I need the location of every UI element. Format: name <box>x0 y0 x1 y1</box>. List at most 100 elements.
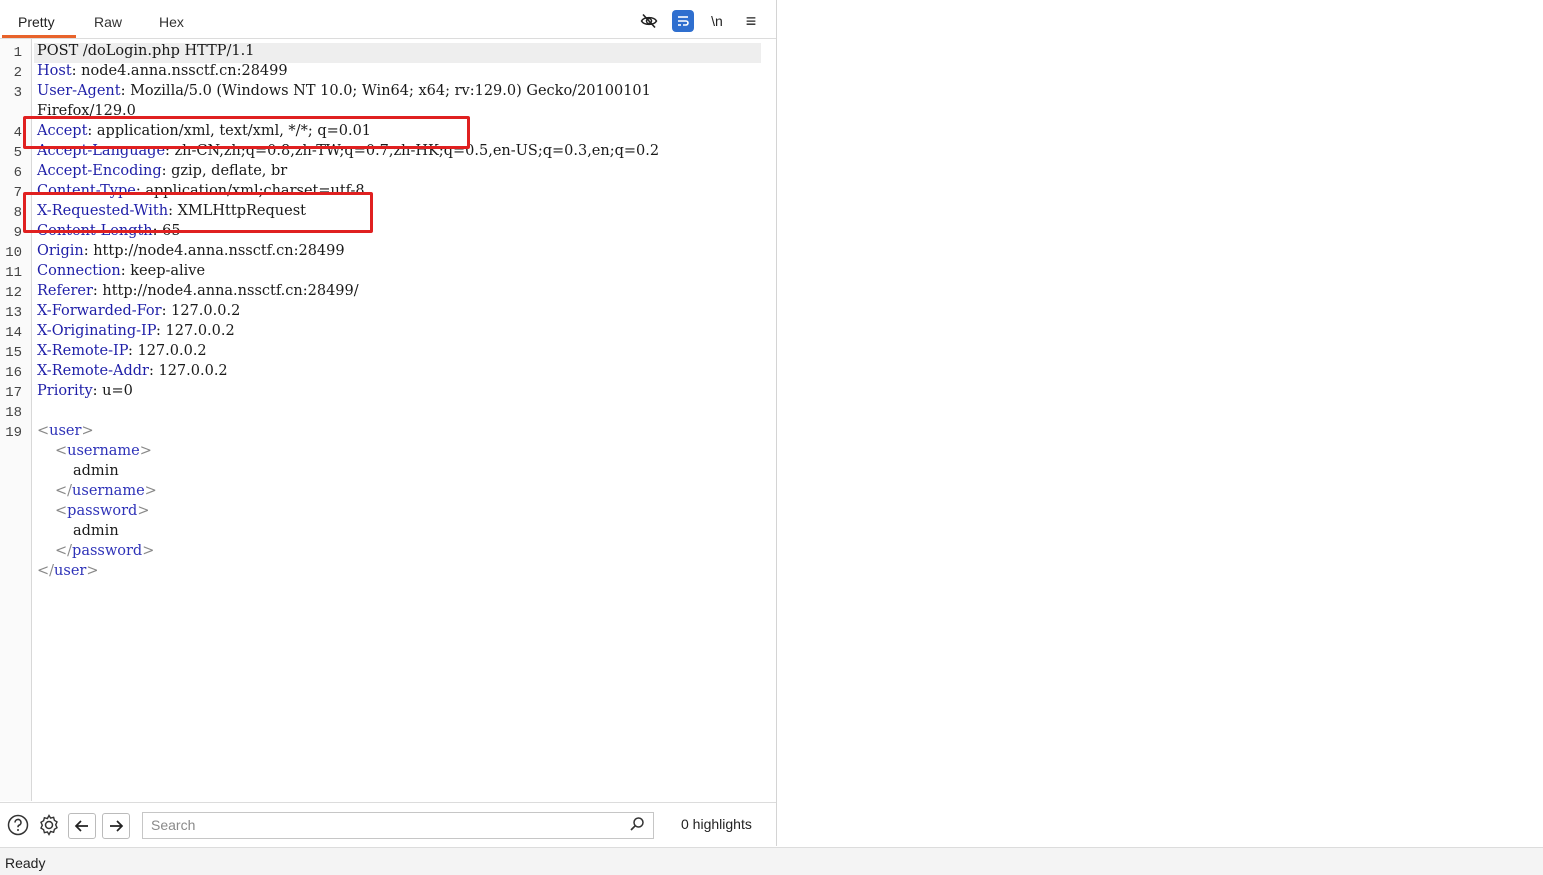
xml-tag-name: password <box>72 543 143 559</box>
header-value: 127.0.0.2 <box>166 303 241 319</box>
tab-pretty[interactable]: Pretty <box>18 14 55 30</box>
line-number: 13 <box>5 305 22 321</box>
line-number: 7 <box>13 185 22 201</box>
editor-line: admin <box>73 463 119 479</box>
editor-line: X-Forwarded-For: 127.0.0.2 <box>37 303 240 319</box>
menu-icon[interactable]: ≡ <box>740 10 762 32</box>
line-number: 4 <box>13 125 22 141</box>
search-icon[interactable] <box>629 816 645 837</box>
editor-line: <password> <box>55 503 149 519</box>
editor-line: Priority: u=0 <box>37 383 133 399</box>
status-text: Ready <box>5 855 46 871</box>
header-value: u=0 <box>97 383 133 399</box>
line-number: 6 <box>13 165 22 181</box>
line-number: 5 <box>13 145 22 161</box>
header-name: Accept-Encoding <box>37 163 162 179</box>
header-name: Origin <box>37 243 84 259</box>
tag-bracket: > <box>139 443 152 459</box>
xml-tag-name: user <box>54 563 87 579</box>
next-match-button[interactable] <box>102 813 130 839</box>
tag-bracket: < <box>55 443 68 459</box>
tag-bracket: </ <box>55 543 73 559</box>
tag-bracket: </ <box>37 563 55 579</box>
line-number: 15 <box>5 345 22 361</box>
help-icon[interactable] <box>6 813 30 837</box>
xml-tag-name: user <box>49 423 82 439</box>
highlights-count: 0 highlights <box>681 816 752 832</box>
tag-bracket: > <box>144 483 157 499</box>
editor-line: X-Remote-IP: 127.0.0.2 <box>37 343 207 359</box>
header-value: gzip, deflate, br <box>166 163 288 179</box>
tag-bracket: < <box>37 423 50 439</box>
editor-line: X-Originating-IP: 127.0.0.2 <box>37 323 235 339</box>
editor-line: Accept-Encoding: gzip, deflate, br <box>37 163 287 179</box>
line-number: 9 <box>13 225 22 241</box>
newline-icon[interactable]: \n <box>706 10 728 32</box>
active-tab-indicator <box>2 35 76 38</box>
line-number: 3 <box>13 85 22 101</box>
wrap-lines-icon[interactable] <box>672 10 694 32</box>
header-name: Host <box>37 63 72 79</box>
request-panel: Pretty Raw Hex \n ≡ 1 POST /doLogin.php H… <box>0 0 777 846</box>
header-name: Referer <box>37 283 93 299</box>
line-number: 18 <box>5 405 22 421</box>
status-bar: Ready <box>0 847 1543 875</box>
line-number: 8 <box>13 205 22 221</box>
eye-off-icon[interactable] <box>638 10 660 32</box>
previous-match-button[interactable] <box>68 813 96 839</box>
line-number: 19 <box>5 425 22 441</box>
editor-line: </username> <box>55 483 157 499</box>
tag-bracket: > <box>137 503 150 519</box>
search-bar: 0 highlights <box>0 802 776 847</box>
annotation-box-accept <box>23 116 470 149</box>
line-number: 10 <box>5 245 22 261</box>
header-name: Connection <box>37 263 121 279</box>
header-value: 127.0.0.2 <box>132 343 207 359</box>
xml-tag-name: username <box>67 443 140 459</box>
view-tabs: Pretty Raw Hex \n ≡ <box>0 0 776 39</box>
header-value: node4.anna.nssctf.cn:28499 <box>76 63 288 79</box>
editor-line: Referer: http://node4.anna.nssctf.cn:284… <box>37 283 359 299</box>
editor-line: <username> <box>55 443 152 459</box>
annotation-box-x-requested-with <box>23 192 373 233</box>
header-value: 127.0.0.2 <box>153 363 228 379</box>
tag-bracket: > <box>86 563 99 579</box>
line-number: 2 <box>13 65 22 81</box>
tab-raw[interactable]: Raw <box>94 14 122 30</box>
header-name: X-Originating-IP <box>37 323 157 339</box>
header-name: User-Agent <box>37 83 121 99</box>
line-number: 1 <box>13 45 22 61</box>
tag-bracket: > <box>81 423 94 439</box>
editor-line: User-Agent: Mozilla/5.0 (Windows NT 10.0… <box>37 83 651 99</box>
search-input[interactable] <box>143 813 629 836</box>
line-number: 14 <box>5 325 22 341</box>
tab-hex[interactable]: Hex <box>159 14 184 30</box>
header-value: keep-alive <box>125 263 206 279</box>
header-name: Priority <box>37 383 93 399</box>
header-value: Mozilla/5.0 (Windows NT 10.0; Win64; x64… <box>125 83 651 99</box>
settings-gear-icon[interactable] <box>37 813 61 837</box>
tag-bracket: </ <box>55 483 73 499</box>
header-name: X-Remote-Addr <box>37 363 149 379</box>
tag-bracket: > <box>142 543 155 559</box>
editor-line: </password> <box>55 543 154 559</box>
editor-line: POST /doLogin.php HTTP/1.1 <box>37 43 255 59</box>
search-field[interactable] <box>142 812 654 839</box>
editor-line: admin <box>73 523 119 539</box>
editor-line: X-Remote-Addr: 127.0.0.2 <box>37 363 228 379</box>
line-number: 12 <box>5 285 22 301</box>
header-value: 127.0.0.2 <box>160 323 235 339</box>
editor-line: Connection: keep-alive <box>37 263 205 279</box>
header-name: X-Forwarded-For <box>37 303 162 319</box>
line-number: 16 <box>5 365 22 381</box>
message-editor[interactable]: 1 POST /doLogin.php HTTP/1.1 2 Host: node4.… <box>0 39 776 801</box>
header-value: http://node4.anna.nssctf.cn:28499/ <box>97 283 359 299</box>
editor-line: Host: node4.anna.nssctf.cn:28499 <box>37 63 288 79</box>
header-name: X-Remote-IP <box>37 343 128 359</box>
editor-line: Origin: http://node4.anna.nssctf.cn:2849… <box>37 243 345 259</box>
xml-tag-name: username <box>72 483 145 499</box>
line-number: 17 <box>5 385 22 401</box>
line-number: 11 <box>5 265 22 281</box>
tag-bracket: < <box>55 503 68 519</box>
editor-line: <user> <box>37 423 94 439</box>
